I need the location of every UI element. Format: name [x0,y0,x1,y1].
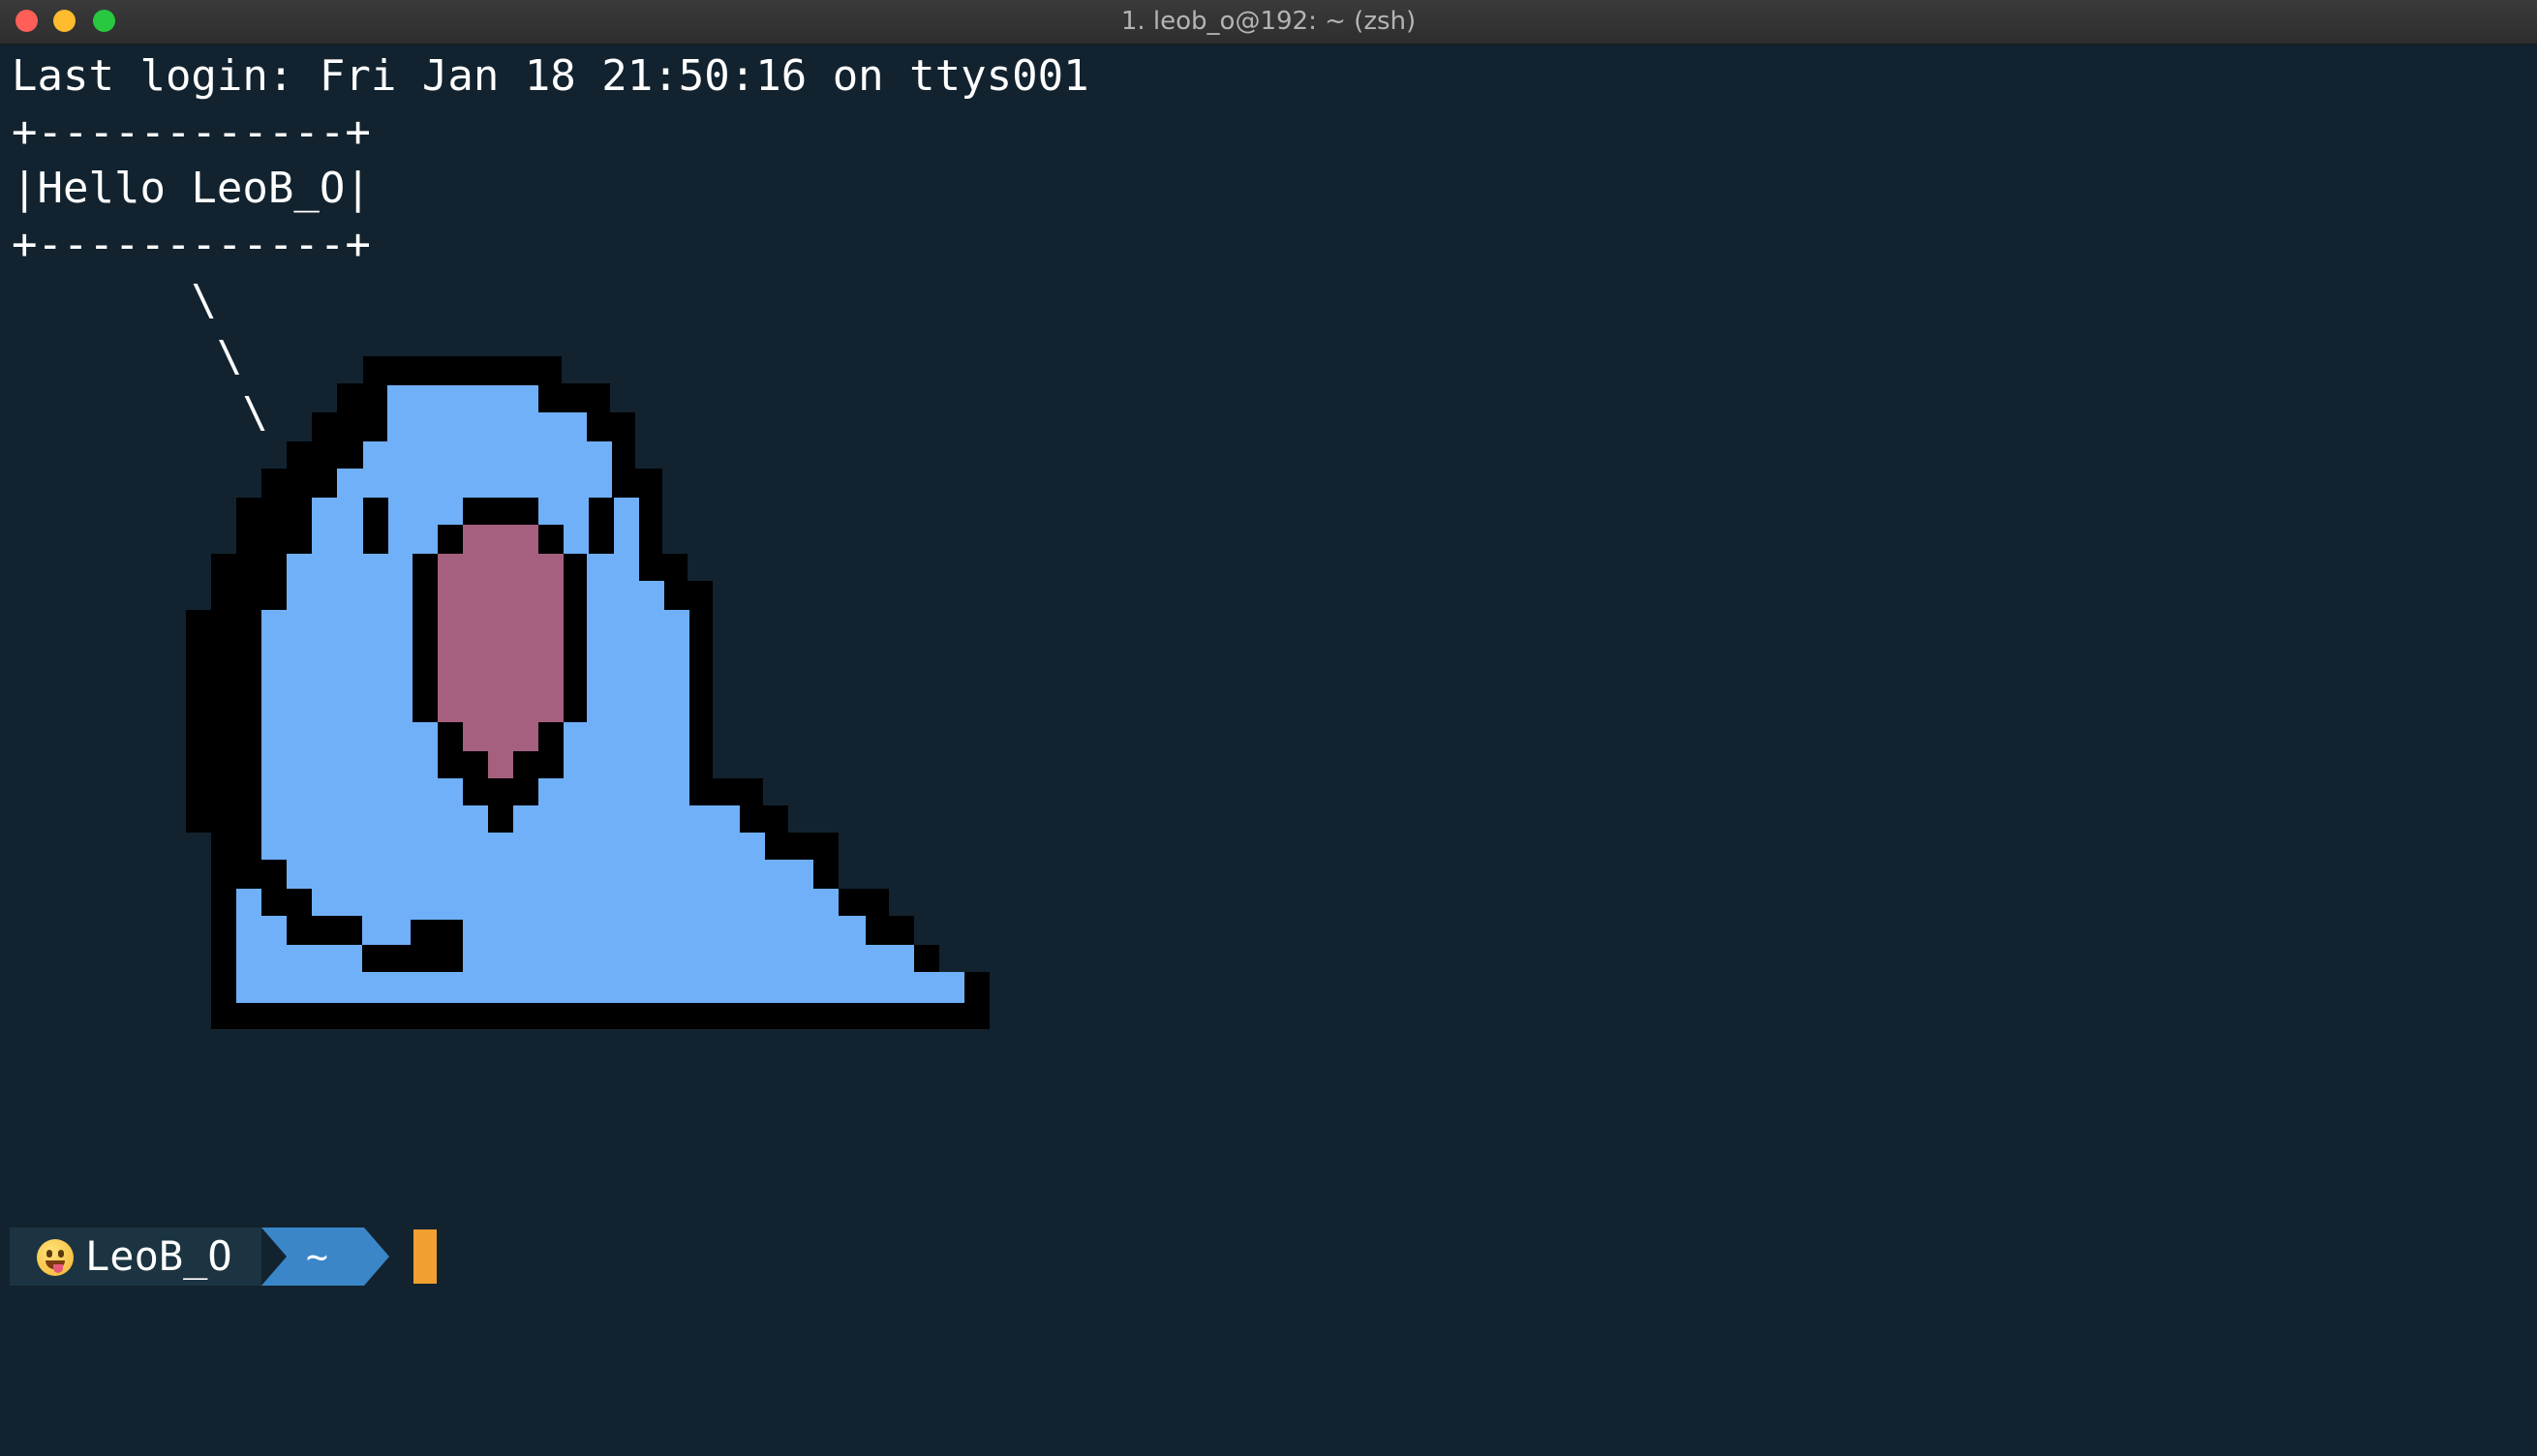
prompt-directory: ~ [306,1235,328,1278]
prompt-user: LeoB_O [85,1232,232,1280]
text-cursor[interactable] [413,1229,437,1284]
pixel-ghost-art [186,356,990,1029]
face-with-tongue-icon [37,1239,74,1276]
